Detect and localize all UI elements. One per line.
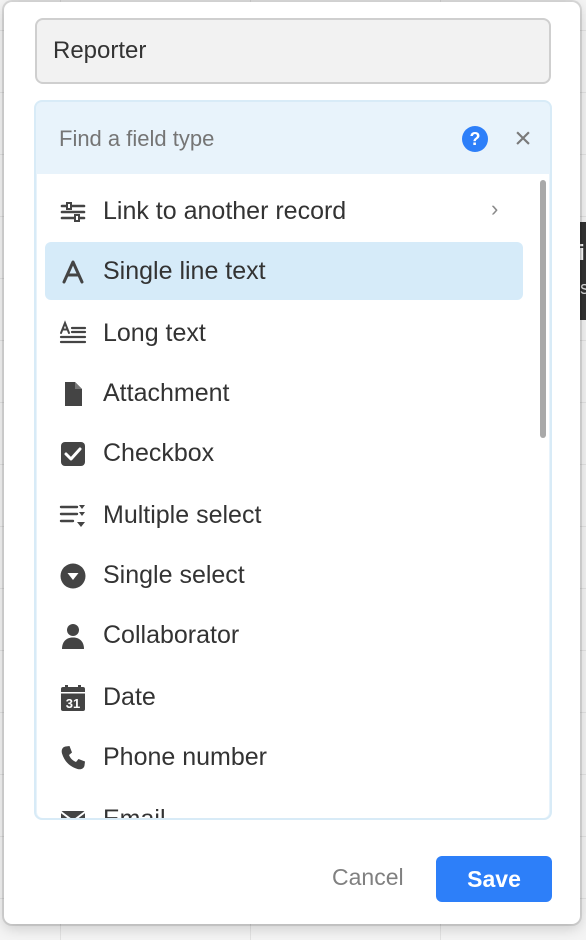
field-type-link-to-record[interactable]: Link to another record › <box>45 182 523 240</box>
single-select-icon <box>59 562 87 590</box>
field-config-dialog: Reporter Find a field type ? × Link to a… <box>4 2 580 924</box>
phone-icon <box>59 744 87 772</box>
field-type-label: Long text <box>103 319 206 347</box>
attachment-icon <box>59 380 87 408</box>
link-record-icon <box>59 198 87 226</box>
save-button[interactable]: Save <box>436 856 552 902</box>
close-icon[interactable]: × <box>510 124 536 154</box>
field-type-search[interactable]: Find a field type ? × <box>36 102 550 176</box>
field-type-label: Phone number <box>103 743 268 771</box>
date-icon: 31 <box>59 684 87 712</box>
field-type-collaborator[interactable]: Collaborator <box>45 606 523 664</box>
field-name-input[interactable]: Reporter <box>35 18 551 84</box>
field-type-single-line-text[interactable]: Single line text <box>45 242 523 300</box>
email-icon <box>59 806 87 818</box>
cancel-button[interactable]: Cancel <box>332 864 404 891</box>
help-icon[interactable]: ? <box>462 126 488 152</box>
field-type-label: Attachment <box>103 379 230 407</box>
field-type-label: Multiple select <box>103 501 262 529</box>
field-type-checkbox[interactable]: Checkbox <box>45 424 523 482</box>
field-type-label: Link to another record <box>103 197 347 225</box>
checkbox-icon <box>59 440 87 468</box>
field-type-label: Checkbox <box>103 439 215 467</box>
field-type-email[interactable]: Email <box>45 790 523 818</box>
field-type-multiple-select[interactable]: Multiple select <box>45 486 523 544</box>
field-type-label: Date <box>103 683 156 711</box>
field-type-search-input[interactable]: Find a field type <box>59 126 214 152</box>
field-type-picker: Find a field type ? × Link to another re… <box>34 100 552 820</box>
chevron-right-icon: › <box>491 196 499 221</box>
field-type-attachment[interactable]: Attachment <box>45 364 523 422</box>
field-type-label: Single select <box>103 561 245 589</box>
field-type-phone-number[interactable]: Phone number <box>45 728 523 786</box>
field-type-label: Collaborator <box>103 621 240 649</box>
long-text-icon <box>59 320 87 348</box>
field-type-label: Email <box>103 805 166 818</box>
date-icon-number: 31 <box>66 696 80 711</box>
field-type-long-text[interactable]: Long text <box>45 304 523 362</box>
collaborator-icon <box>59 622 87 650</box>
field-type-label: Single line text <box>103 257 266 285</box>
field-type-date[interactable]: 31 Date <box>45 668 523 726</box>
multiple-select-icon <box>59 502 87 530</box>
field-type-list: Link to another record › Single line tex… <box>37 174 549 818</box>
single-line-text-icon <box>59 258 87 286</box>
scrollbar[interactable] <box>540 180 546 438</box>
field-type-single-select[interactable]: Single select <box>45 546 523 604</box>
